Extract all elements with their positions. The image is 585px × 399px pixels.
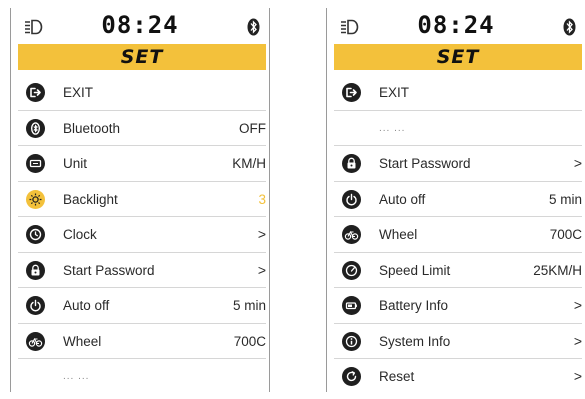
menu-item-label: EXIT [63, 85, 94, 100]
menu-item-label: Bluetooth [63, 120, 121, 136]
menu-item-label: Battery Info [379, 298, 449, 313]
menu-item-speed-limit[interactable]: Speed Limit 25KM/H [334, 253, 582, 288]
clock-time: 08:24 [417, 11, 495, 39]
menu-item-bluetooth[interactable]: Bluetooth OFF [18, 111, 266, 146]
menu-item-value: 25KM/H [533, 262, 582, 278]
chevron-right-icon: > [573, 368, 582, 384]
menu-item-value: OFF [239, 120, 266, 136]
menu-item-label: EXIT [379, 85, 410, 100]
menu-item-label: Auto off [63, 298, 110, 313]
menu-item-wheel[interactable]: Wheel 700C [334, 217, 582, 253]
menu-item-label: Backlight [63, 191, 118, 207]
more-ellipsis: ... ... [379, 122, 406, 134]
menu-item-battery-info[interactable]: Battery Info > [334, 288, 582, 324]
menu-more-indicator: ... ... [18, 359, 266, 392]
power-icon [342, 189, 361, 209]
settings-screen-left: 08:24 SET EXIT Bluetooth OFF Unit KM/H B… [10, 8, 270, 392]
clock-time: 08:24 [101, 11, 179, 39]
menu-item-label: Auto off [379, 191, 426, 207]
chevron-right-icon: > [573, 332, 582, 349]
bluetooth-status-icon [247, 18, 260, 36]
menu-item-label: Clock [63, 227, 97, 242]
menu-item-backlight[interactable]: Backlight 3 [18, 182, 266, 217]
chevron-right-icon: > [573, 297, 582, 313]
menu-item-auto-off[interactable]: Auto off 5 min [18, 288, 266, 324]
menu-item-exit[interactable]: EXIT [334, 75, 582, 111]
lock-icon [26, 260, 45, 280]
menu-item-unit[interactable]: Unit KM/H [18, 146, 266, 182]
status-bar: 08:24 [327, 8, 585, 44]
settings-menu: EXIT Bluetooth OFF Unit KM/H Backlight 3 [18, 75, 266, 392]
bluetooth-status-icon [563, 18, 576, 36]
battery-info-icon [342, 296, 361, 315]
lock-icon [342, 154, 361, 173]
status-bar: 08:24 [11, 8, 269, 44]
menu-item-value: KM/H [232, 156, 266, 171]
exit-icon [26, 83, 45, 102]
page-title: SET [334, 44, 582, 70]
reset-icon [342, 367, 361, 386]
menu-item-system-info[interactable]: System Info > [334, 324, 582, 359]
menu-item-value: 5 min [548, 191, 582, 207]
menu-item-label: Start Password [63, 262, 155, 278]
menu-item-start-password[interactable]: Start Password > [334, 146, 582, 182]
more-ellipsis: ... ... [63, 371, 90, 382]
menu-item-start-password[interactable]: Start Password > [18, 253, 266, 288]
menu-item-auto-off[interactable]: Auto off 5 min [334, 182, 582, 217]
backlight-icon [26, 189, 45, 209]
speedometer-icon [342, 260, 361, 280]
menu-item-label: System Info [379, 333, 451, 349]
menu-item-value: 700C [549, 227, 582, 242]
bicycle-icon [342, 225, 361, 244]
menu-item-value: 700C [233, 333, 266, 349]
menu-item-label: Wheel [379, 227, 418, 242]
menu-item-value: 5 min [232, 298, 266, 313]
unit-icon [26, 154, 45, 173]
menu-item-label: Reset [379, 369, 415, 384]
menu-item-label: Speed Limit [379, 262, 451, 278]
bluetooth-icon [26, 118, 45, 138]
settings-menu: EXIT ... ... Start Password > Auto off 5… [334, 75, 582, 392]
menu-item-value: 3 [258, 191, 266, 207]
menu-item-wheel[interactable]: Wheel 700C [18, 324, 266, 359]
info-icon [342, 331, 361, 351]
menu-item-exit[interactable]: EXIT [18, 75, 266, 111]
page-title: SET [18, 44, 266, 70]
chevron-right-icon: > [573, 155, 582, 171]
bicycle-icon [26, 331, 45, 351]
power-icon [26, 296, 45, 315]
menu-more-indicator: ... ... [334, 111, 582, 146]
settings-screen-right: 08:24 SET EXIT ... ... Start Password > [326, 8, 585, 392]
menu-item-label: Wheel [63, 333, 102, 349]
menu-item-label: Start Password [379, 156, 471, 171]
exit-icon [342, 83, 361, 102]
menu-item-label: Unit [63, 156, 88, 171]
menu-item-clock[interactable]: Clock > [18, 217, 266, 253]
menu-item-reset[interactable]: Reset > [334, 359, 582, 392]
clock-icon [26, 225, 45, 244]
chevron-right-icon: > [257, 261, 266, 278]
chevron-right-icon: > [257, 226, 266, 242]
